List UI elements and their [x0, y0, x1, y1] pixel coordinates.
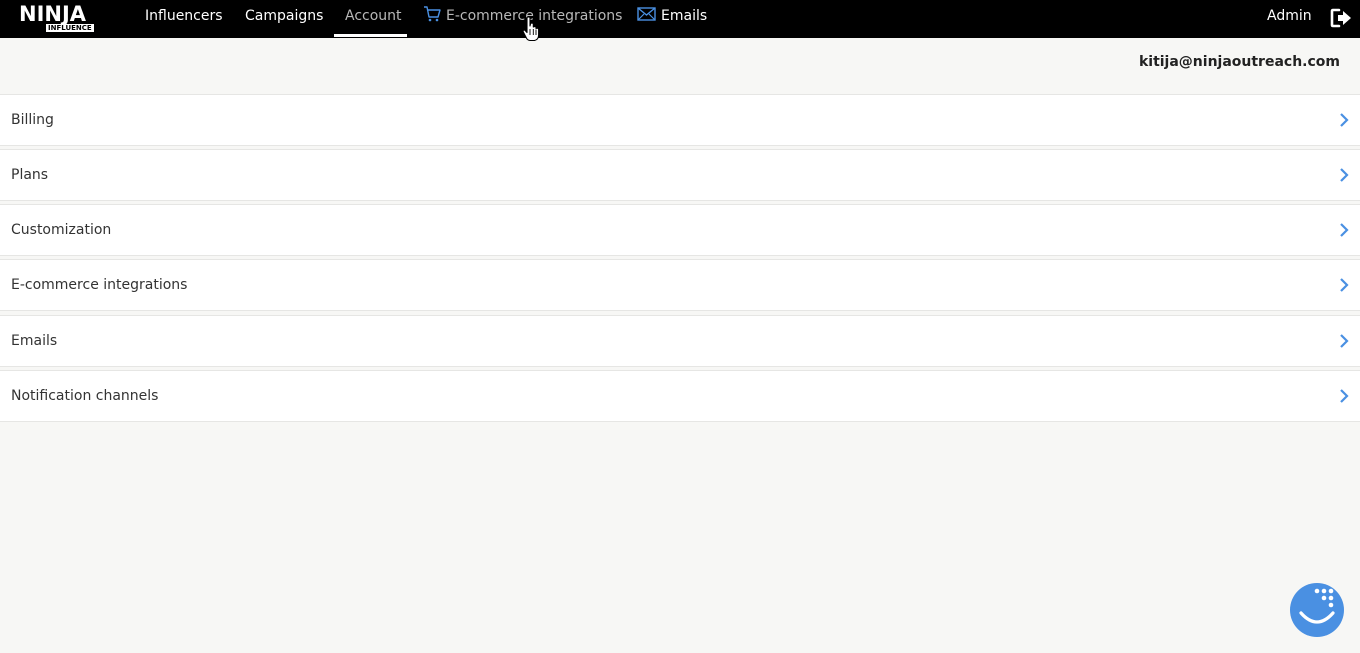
nav-account[interactable]: Account: [345, 0, 402, 38]
chevron-right-icon: [1340, 334, 1349, 348]
admin-link[interactable]: Admin: [1267, 0, 1312, 38]
nav-campaigns[interactable]: Campaigns: [245, 0, 323, 38]
user-email: kitija@ninjaoutreach.com: [1138, 54, 1340, 70]
menu-label: Plans: [11, 167, 49, 183]
chevron-right-icon: [1340, 113, 1349, 127]
menu-label: Customization: [11, 222, 112, 238]
menu-row-ecommerce-integrations[interactable]: E-commerce integrations: [0, 259, 1360, 311]
menu-row-plans[interactable]: Plans: [0, 149, 1360, 201]
envelope-icon: [637, 7, 656, 21]
menu-label: E-commerce integrations: [11, 277, 188, 293]
nav-emails-label: Emails: [661, 8, 708, 24]
shopping-cart-icon: [424, 6, 441, 22]
chevron-right-icon: [1340, 168, 1349, 182]
menu-row-billing[interactable]: Billing: [0, 94, 1360, 146]
nav-ecommerce-label: E-commerce integrations: [446, 8, 623, 24]
logo-main-text: NINJA: [19, 2, 87, 26]
top-navigation-bar: NINJA INFLUENCE Influencers Campaigns Ac…: [0, 0, 1360, 38]
menu-row-emails[interactable]: Emails: [0, 315, 1360, 367]
chat-widget-icon: [1299, 588, 1335, 624]
active-tab-indicator: [334, 34, 407, 37]
logout-icon[interactable]: [1330, 8, 1352, 28]
logo-sub-text: INFLUENCE: [46, 24, 94, 32]
chevron-right-icon: [1340, 389, 1349, 403]
ninja-influence-logo[interactable]: NINJA INFLUENCE: [19, 3, 101, 33]
menu-label: Emails: [11, 333, 58, 349]
menu-row-notification-channels[interactable]: Notification channels: [0, 370, 1360, 422]
menu-label: Notification channels: [11, 388, 159, 404]
nav-emails[interactable]: Emails: [637, 0, 707, 38]
nav-influencers[interactable]: Influencers: [145, 0, 223, 38]
chevron-right-icon: [1340, 278, 1349, 292]
menu-label: Billing: [11, 112, 54, 128]
chat-widget-button[interactable]: [1290, 583, 1344, 637]
menu-row-customization[interactable]: Customization: [0, 204, 1360, 256]
chevron-right-icon: [1340, 223, 1349, 237]
nav-ecommerce-integrations[interactable]: E-commerce integrations: [423, 0, 622, 38]
